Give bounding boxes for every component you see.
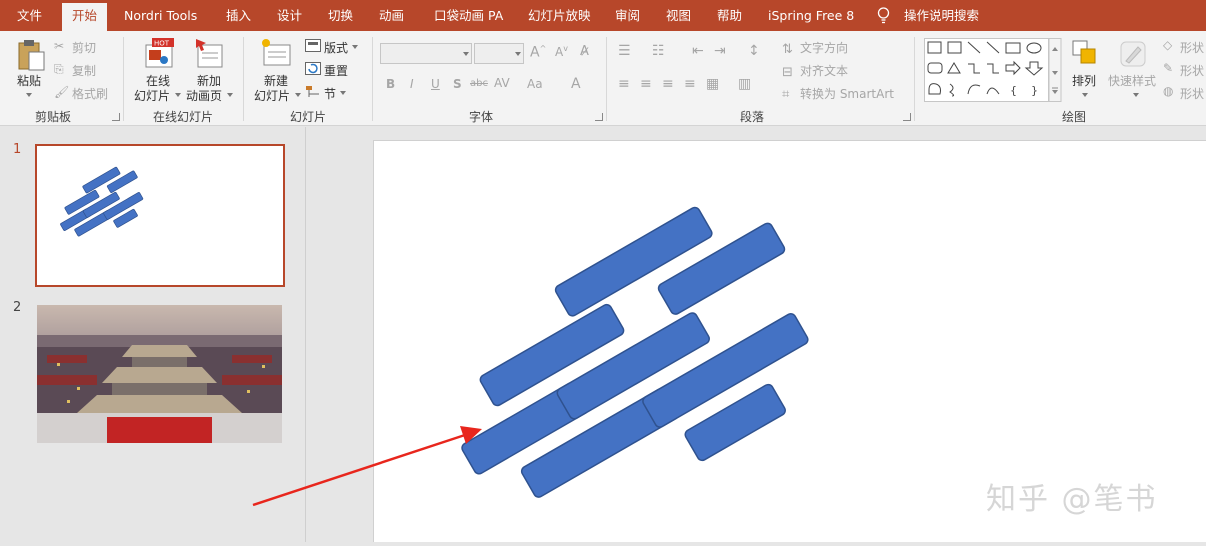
watermark: 知乎 @笔书 [986,482,1158,517]
annotation-arrow [252,426,482,507]
